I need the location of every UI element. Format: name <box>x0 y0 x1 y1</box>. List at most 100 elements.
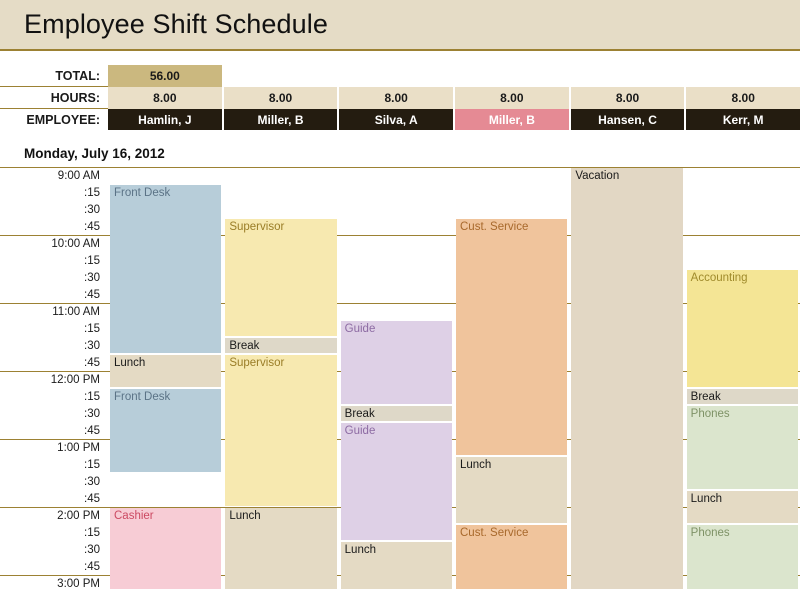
quarter-hour-label: :45 <box>84 561 100 573</box>
hour-group: 10:00 AM:15:30:45 <box>0 235 108 303</box>
shift-column[interactable]: Cust. Service Lunch Cust. Service <box>456 167 568 589</box>
shift-column[interactable]: Accounting Break Phones Lunch Phones <box>686 167 798 589</box>
total-blank-cell <box>224 65 338 87</box>
hour-group: 12:00 PM:15:30:45 <box>0 371 108 439</box>
schedule-date: Monday, July 16, 2012 <box>24 146 165 161</box>
shift-block-label: Break <box>344 408 375 420</box>
shift-block[interactable]: Phones <box>686 525 798 589</box>
shift-block[interactable]: Break <box>340 406 452 421</box>
quarter-hour-label: :15 <box>84 459 100 471</box>
hour-group: 9:00 AM:15:30:45 <box>0 167 108 235</box>
total-blank-cell <box>686 65 800 87</box>
quarter-hour-label: :30 <box>84 544 100 556</box>
shift-block[interactable]: Break <box>686 389 798 404</box>
shift-block[interactable]: Lunch <box>456 457 568 523</box>
total-row-label: TOTAL: <box>0 65 108 87</box>
shift-block[interactable]: Cust. Service <box>456 525 568 589</box>
quarter-hour-label: :15 <box>84 527 100 539</box>
employee-hours-cell: 8.00 <box>223 87 338 109</box>
shift-block-label: Lunch <box>344 544 376 556</box>
shift-block[interactable]: Front Desk <box>110 389 222 472</box>
shift-block[interactable]: Guide <box>340 423 452 540</box>
hour-label: 2:00 PM <box>57 510 100 522</box>
hours-cells: 8.00 8.00 8.00 8.00 8.00 8.00 <box>108 87 800 109</box>
quarter-hour-label: :15 <box>84 323 100 335</box>
shift-block[interactable]: Vacation <box>571 168 683 589</box>
employee-name-cell[interactable]: Miller, B <box>455 109 569 130</box>
shift-block[interactable]: Lunch <box>110 355 222 387</box>
shift-block[interactable]: Supervisor <box>225 219 337 336</box>
total-blank-cell <box>339 65 453 87</box>
shift-block-label: Phones <box>690 408 730 420</box>
shift-column[interactable]: Front Desk Lunch Front Desk Cashier <box>110 167 222 589</box>
shift-block-label: Phones <box>690 527 730 539</box>
total-hours-value: 56.00 <box>108 65 222 87</box>
shift-block-label: Guide <box>344 425 376 437</box>
summary-table: TOTAL: 56.00 HOURS: 8.00 8.00 8.00 8.00 8.00… <box>0 65 800 130</box>
employee-hours-cell: 8.00 <box>455 87 569 109</box>
quarter-hour-label: :45 <box>84 221 100 233</box>
employee-hours-cell: 8.00 <box>339 87 454 109</box>
shift-block[interactable]: Supervisor <box>225 355 337 506</box>
shift-block[interactable]: Cust. Service <box>456 219 568 455</box>
shift-block[interactable]: Break <box>225 338 337 353</box>
employee-hours-cell: 8.00 <box>108 87 222 109</box>
hour-group: 11:00 AM :15 :30 :45 <box>0 303 108 371</box>
shift-block-label: Break <box>690 391 721 403</box>
quarter-hour-label: :30 <box>84 204 100 216</box>
shift-block[interactable]: Lunch <box>225 508 337 589</box>
hour-label: 12:00 PM <box>50 374 100 386</box>
shift-block-label: Supervisor <box>229 221 285 233</box>
employee-name-cell[interactable]: Hamlin, J <box>108 109 222 130</box>
employee-name-cell[interactable]: Miller, B <box>223 109 338 130</box>
time-axis: 9:00 AM:15:30:45 10:00 AM:15:30:45 11:00 A… <box>0 167 108 589</box>
hour-label: 11:00 AM <box>52 306 100 318</box>
page-title: Employee Shift Schedule <box>24 9 328 39</box>
shift-block-label: Lunch <box>229 510 261 522</box>
shift-block-label: Accounting <box>690 272 748 284</box>
employee-name-cell[interactable]: Hansen, C <box>570 109 685 130</box>
shift-block[interactable]: Lunch <box>686 491 798 523</box>
shift-block[interactable]: Lunch <box>340 542 452 589</box>
total-blank-cell <box>571 65 685 87</box>
employee-row-label: EMPLOYEE: <box>26 112 100 127</box>
quarter-hour-label: :45 <box>84 493 100 505</box>
shift-block[interactable]: Cashier <box>110 508 222 589</box>
shift-block-label: Cashier <box>114 510 154 522</box>
shift-column[interactable]: Vacation <box>571 167 683 589</box>
shift-block-label: Cust. Service <box>460 221 529 233</box>
shift-column[interactable]: Supervisor Break Supervisor Lunch <box>225 167 337 589</box>
hour-group: 1:00 PM :15 :30 :45 <box>0 439 108 507</box>
total-blank-cell <box>455 65 569 87</box>
shift-column[interactable]: Guide Break Guide Lunch <box>340 167 452 589</box>
hour-label: 3:00 PM <box>57 578 100 589</box>
employee-hours-cell: 8.00 <box>570 87 685 109</box>
quarter-hour-label: :45 <box>84 357 100 369</box>
shift-block[interactable]: Accounting <box>686 270 798 387</box>
hour-label: 9:00 AM <box>57 170 100 182</box>
quarter-hour-label: :45 <box>84 289 100 301</box>
shift-block[interactable]: Phones <box>686 406 798 489</box>
employee-name-cell[interactable]: Kerr, M <box>686 109 800 130</box>
shift-block-label: Front Desk <box>114 391 171 403</box>
quarter-hour-label: :30 <box>84 340 100 352</box>
employee-name-cell[interactable]: Silva, A <box>339 109 454 130</box>
employee-cells: Hamlin, J Miller, B Silva, A Miller, B Hanse… <box>108 109 800 130</box>
hour-group: 2:00 PM :15 :30 :45 <box>0 507 108 575</box>
shift-block-label: Cust. Service <box>460 527 529 539</box>
schedule-grid[interactable]: 9:00 AM:15:30:45 10:00 AM:15:30:45 11:00 A… <box>0 167 800 589</box>
shift-block-label: Guide <box>344 323 376 335</box>
shift-block-label: Front Desk <box>114 187 171 199</box>
quarter-hour-label: :15 <box>84 391 100 403</box>
shift-block[interactable]: Guide <box>340 321 452 404</box>
hour-group: 3:00 PM:15:30:45 <box>0 575 108 589</box>
hours-row-label: HOURS: <box>0 87 108 109</box>
shift-block[interactable]: Front Desk <box>110 185 222 353</box>
quarter-hour-label: :30 <box>84 476 100 488</box>
hour-label: 1:00 PM <box>57 442 100 454</box>
shift-block-label: Lunch <box>114 357 146 369</box>
shift-block-label: Break <box>229 340 260 352</box>
total-cells: 56.00 <box>108 65 800 87</box>
quarter-hour-label: :30 <box>84 272 100 284</box>
quarter-hour-label: :15 <box>84 255 100 267</box>
